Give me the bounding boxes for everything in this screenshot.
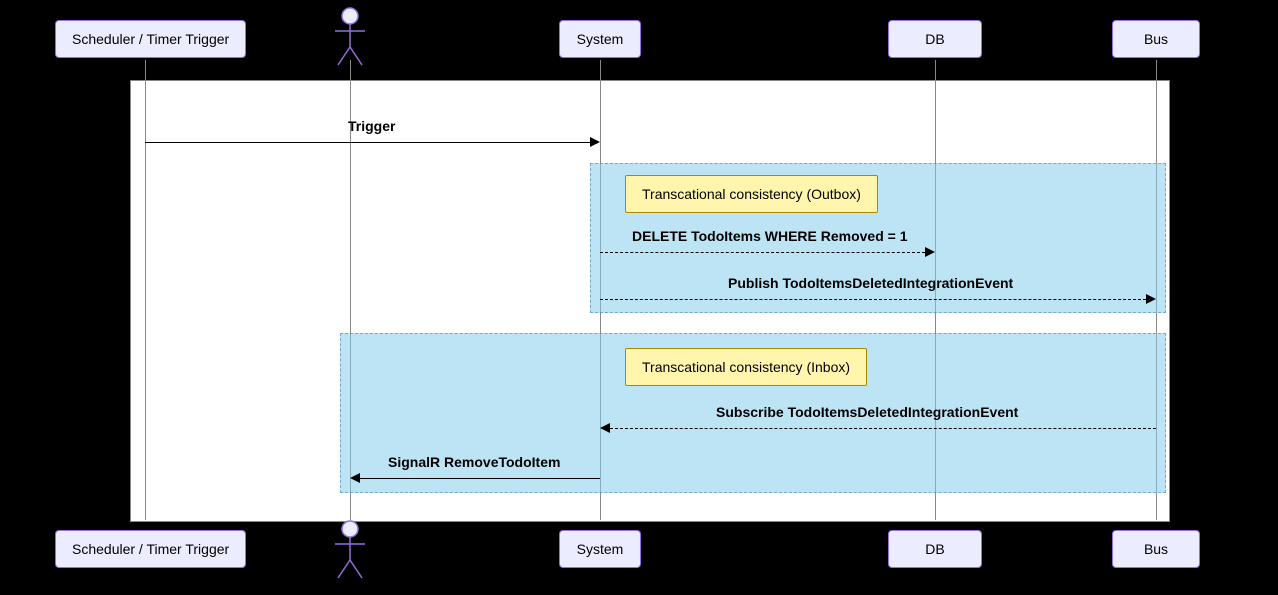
- lifeline-scheduler: [145, 60, 146, 520]
- participant-scheduler-label: Scheduler / Timer Trigger: [72, 31, 229, 47]
- participant-db-bottom: DB: [888, 530, 982, 568]
- msg-publish-head: [1146, 294, 1156, 304]
- msg-publish-label: Publish TodoItemsDeletedIntegrationEvent: [728, 275, 1013, 291]
- note-inbox-text: Transcational consistency (Inbox): [642, 359, 850, 375]
- participant-db-label: DB: [925, 31, 944, 47]
- note-outbox: Transcational consistency (Outbox): [625, 175, 878, 213]
- msg-trigger-head: [590, 137, 600, 147]
- participant-bus-top: Bus: [1112, 20, 1200, 58]
- participant-bus-bottom: Bus: [1112, 530, 1200, 568]
- msg-signalr-label: SignalR RemoveTodoItem: [388, 454, 560, 470]
- msg-signalr-line: [360, 478, 600, 479]
- msg-delete-line: [600, 252, 925, 253]
- actor-top: [332, 7, 368, 67]
- participant-db-label-b: DB: [925, 541, 944, 557]
- participant-bus-label: Bus: [1144, 31, 1168, 47]
- participant-bus-label-b: Bus: [1144, 541, 1168, 557]
- msg-delete-head: [925, 247, 935, 257]
- note-outbox-text: Transcational consistency (Outbox): [642, 186, 861, 202]
- msg-trigger-line: [145, 142, 590, 143]
- participant-scheduler-top: Scheduler / Timer Trigger: [55, 20, 246, 58]
- participant-system-top: System: [559, 20, 641, 58]
- msg-publish-line: [600, 299, 1146, 300]
- msg-signalr-head: [350, 473, 360, 483]
- participant-system-label-b: System: [577, 541, 624, 557]
- participant-system-bottom: System: [559, 530, 641, 568]
- msg-subscribe-line: [610, 428, 1156, 429]
- participant-db-top: DB: [888, 20, 982, 58]
- participant-system-label: System: [577, 31, 624, 47]
- msg-subscribe-label: Subscribe TodoItemsDeletedIntegrationEve…: [716, 404, 1018, 420]
- msg-trigger-label: Trigger: [348, 118, 395, 134]
- msg-subscribe-head: [600, 423, 610, 433]
- participant-scheduler-label-b: Scheduler / Timer Trigger: [72, 541, 229, 557]
- note-inbox: Transcational consistency (Inbox): [625, 348, 867, 386]
- actor-bottom: [332, 520, 368, 580]
- msg-delete-label: DELETE TodoItems WHERE Removed = 1: [632, 228, 908, 244]
- participant-scheduler-bottom: Scheduler / Timer Trigger: [55, 530, 246, 568]
